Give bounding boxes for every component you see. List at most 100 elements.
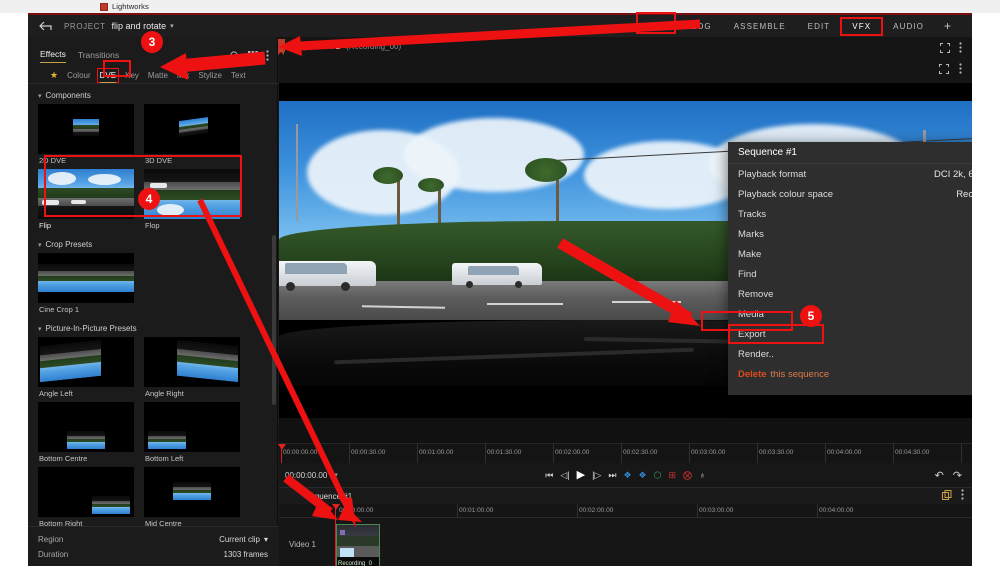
menu-item-playback-colour-space[interactable]: Playback colour space Rec. 709 ▾: [728, 184, 972, 204]
more-vertical-icon[interactable]: [959, 61, 962, 79]
nav-log[interactable]: LOG: [681, 18, 723, 35]
tab-effects[interactable]: Effects: [40, 49, 66, 63]
effect-item-angle-left[interactable]: Angle Left: [38, 337, 134, 398]
effects-scroll-area[interactable]: ▾ Components 2D DVE: [28, 85, 278, 545]
timeline-playhead[interactable]: [335, 504, 336, 566]
chevron-down-icon[interactable]: ▾: [170, 22, 174, 30]
redo-icon[interactable]: ↷: [953, 469, 962, 482]
more-vertical-icon[interactable]: [961, 487, 964, 505]
effect-label: Bottom Centre: [38, 452, 134, 463]
effect-item-mid-centre[interactable]: Mid Centre: [144, 467, 240, 528]
effect-category-bar: ★ Colour DVE Key Matte Mix Stylize Text: [28, 67, 278, 84]
effect-item-flip[interactable]: Flip: [38, 169, 134, 230]
ruler-tick-label: 00:04:00.00: [827, 449, 861, 456]
top-nav: LOG ASSEMBLE EDIT VFX AUDIO +: [681, 18, 972, 35]
chevron-down-icon: ▾: [264, 535, 268, 544]
category-stylize[interactable]: Stylize: [198, 71, 222, 80]
step-forward-icon[interactable]: |▷: [592, 471, 601, 480]
category-colour[interactable]: Colour: [67, 71, 91, 80]
menu-item-export[interactable]: Export: [728, 324, 824, 344]
app-title: Lightworks: [112, 2, 149, 11]
effect-label: Flip: [38, 219, 134, 230]
ruler-tick-label: 00:03:30.00: [759, 449, 793, 456]
effects-scrollbar[interactable]: [272, 235, 276, 405]
play-icon[interactable]: ▶: [577, 470, 585, 481]
mark-in-icon[interactable]: ❖: [623, 471, 631, 480]
annotation-badge-4: 4: [138, 188, 160, 210]
more-vertical-icon[interactable]: [266, 48, 269, 66]
group-header-components[interactable]: ▾ Components: [28, 85, 278, 104]
timeline-clip-recording-0[interactable]: Recording_0: [336, 524, 380, 566]
replace-edit-icon[interactable]: ⨂: [683, 471, 692, 480]
category-matte[interactable]: Matte: [148, 71, 168, 80]
menu-item-media[interactable]: Media ›: [728, 304, 972, 324]
effect-item-cine-crop-1[interactable]: Cine Crop 1: [38, 253, 134, 314]
nav-vfx[interactable]: VFX: [841, 18, 882, 35]
effect-item-3d-dve[interactable]: 3D DVE: [144, 104, 240, 165]
effect-thumbnail: [144, 337, 240, 387]
menu-item-label: Tracks: [738, 209, 766, 220]
insert-edit-icon[interactable]: ⊞: [668, 471, 676, 480]
effect-item-bottom-centre[interactable]: Bottom Centre: [38, 402, 134, 463]
effect-thumbnail: [38, 467, 134, 517]
copy-icon[interactable]: [942, 487, 952, 505]
chevron-down-icon[interactable]: ▾: [334, 471, 338, 479]
car-wheel: [286, 282, 295, 291]
project-name[interactable]: flip and rotate: [112, 21, 167, 31]
group-header-pip-presets[interactable]: ▾ Picture-In-Picture Presets: [28, 318, 278, 337]
group-title: Components: [46, 91, 91, 100]
grid-view-icon[interactable]: [248, 48, 258, 66]
mark-out-icon[interactable]: ⬡: [654, 471, 662, 480]
add-tab-button[interactable]: +: [935, 19, 960, 33]
effect-item-2d-dve[interactable]: 2D DVE: [38, 104, 134, 165]
menu-item-playback-format[interactable]: Playback format DCI 2k, 60 fps ▾: [728, 164, 972, 184]
effect-thumbnail: [38, 253, 134, 303]
category-text[interactable]: Text: [231, 71, 246, 80]
menu-item-tracks[interactable]: Tracks ›: [728, 204, 972, 224]
effect-thumbnail: [38, 104, 134, 154]
effect-thumbnail: [144, 104, 240, 154]
category-mix[interactable]: Mix: [177, 71, 189, 80]
effects-grid-crop-presets: Cine Crop 1: [28, 253, 278, 318]
effects-panel-tools: [230, 48, 269, 66]
effect-thumbnail: [144, 402, 240, 452]
mark-cue-icon[interactable]: ❖: [639, 471, 647, 480]
region-value-group[interactable]: Current clip ▾: [219, 535, 268, 544]
effect-item-bottom-left[interactable]: Bottom Left: [144, 402, 240, 463]
menu-item-render[interactable]: Render..: [728, 344, 972, 364]
back-arrow-icon[interactable]: [38, 19, 54, 33]
category-favourites-icon[interactable]: ★: [50, 70, 58, 81]
ruler-tick-label: 00:01:30.00: [487, 449, 521, 456]
nav-assemble[interactable]: ASSEMBLE: [723, 18, 797, 35]
category-key[interactable]: Key: [125, 71, 139, 80]
viewer-playhead[interactable]: [281, 444, 282, 464]
group-header-crop-presets[interactable]: ▾ Crop Presets: [28, 234, 278, 253]
step-back-icon[interactable]: ◁|: [560, 471, 569, 480]
timeline-track-area[interactable]: Video 1 Recording_0: [279, 518, 972, 566]
tab-transitions[interactable]: Transitions: [78, 50, 119, 63]
nav-audio[interactable]: AUDIO: [882, 18, 935, 35]
viewer-timecode-ruler[interactable]: 00:00:00.00 00:00:30.00 00:01:00.00 00:0…: [279, 443, 972, 463]
ruler-tick-label: 00:01:00.00: [419, 449, 453, 456]
timeline-ruler[interactable]: 00:00:00.00 00:01:00.00 00:02:00.00 00:0…: [279, 504, 972, 518]
voiceover-icon[interactable]: ♁: [699, 471, 706, 480]
fullscreen-icon[interactable]: [939, 61, 949, 79]
category-dve[interactable]: DVE: [100, 71, 116, 80]
delete-keyword: Delete: [738, 369, 767, 380]
nav-edit[interactable]: EDIT: [797, 18, 842, 35]
skip-to-start-icon[interactable]: ⏮: [545, 471, 553, 480]
search-icon[interactable]: [230, 48, 240, 66]
region-label: Region: [38, 535, 63, 544]
skip-to-end-icon[interactable]: ⏭: [608, 471, 616, 480]
menu-item-marks[interactable]: Marks ›: [728, 224, 972, 244]
timecode-field[interactable]: 00:00:00.00 ▾: [285, 471, 338, 480]
menu-item-make[interactable]: Make ›: [728, 244, 972, 264]
duration-label: Duration: [38, 550, 68, 559]
menu-item-delete-sequence[interactable]: Delete this sequence: [728, 364, 972, 384]
undo-icon[interactable]: ↶: [935, 469, 944, 482]
effect-item-bottom-right[interactable]: Bottom Right: [38, 467, 134, 528]
sequence-tab-title[interactable]: Sequence #1: [290, 41, 340, 51]
menu-item-find[interactable]: Find ›: [728, 264, 972, 284]
effect-item-angle-right[interactable]: Angle Right: [144, 337, 240, 398]
menu-item-remove[interactable]: Remove ›: [728, 284, 972, 304]
